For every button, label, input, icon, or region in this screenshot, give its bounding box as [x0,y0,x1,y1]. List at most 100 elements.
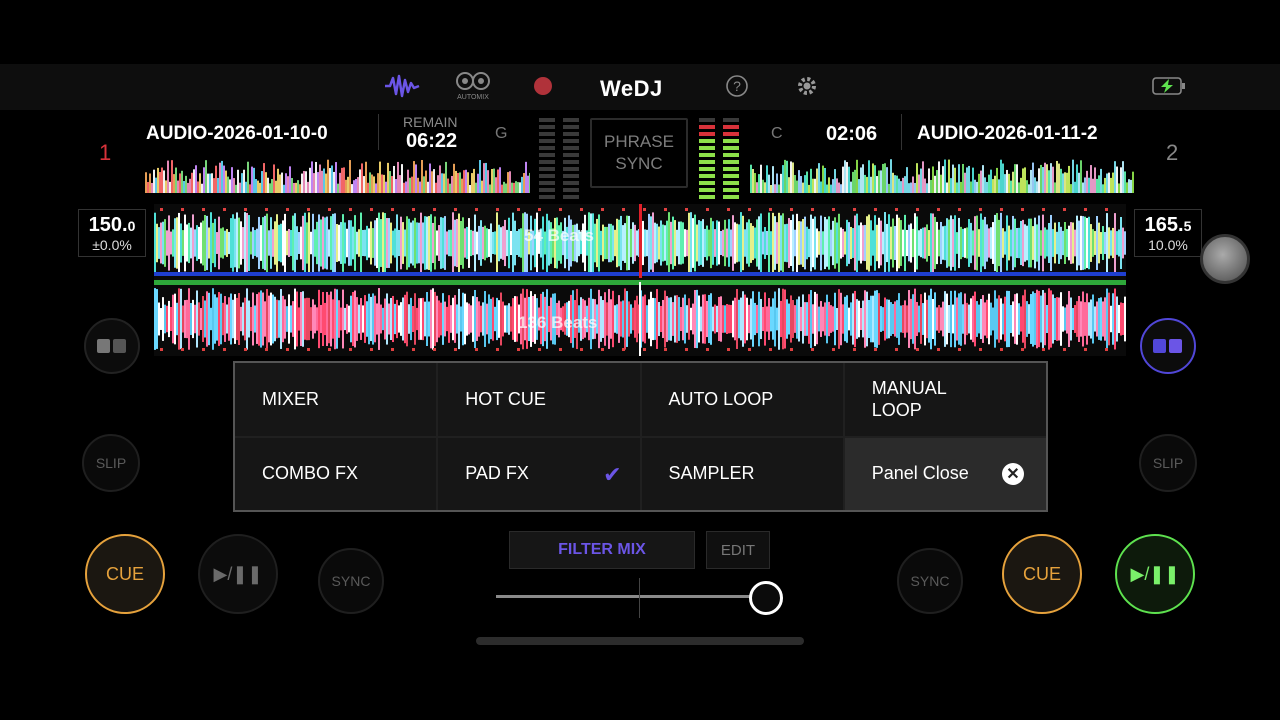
waveform-display[interactable]: 54 Beats 136 Beats [154,204,1126,356]
meter-segment [539,125,555,129]
panel-hot-cue-button[interactable]: HOT CUE [438,363,640,436]
waveform-icon[interactable] [384,74,420,98]
filter-slider-track[interactable] [496,595,780,598]
divider [901,114,902,150]
deck1-level-meter [563,118,579,199]
phrase-sync-button[interactable]: PHRASE SYNC [590,118,688,188]
help-icon[interactable]: ? [726,75,748,97]
button-label: HOT CUE [465,388,546,409]
deck2-mode-button[interactable] [1140,318,1196,374]
deck2-key: C [771,125,783,142]
deck2-overview-waveform[interactable] [750,155,1134,193]
deck1-level-meter [539,118,555,199]
meter-segment [723,153,739,157]
meter-segment [563,132,579,136]
top-bar: AUTOMIX WeDJ ? [0,64,1280,110]
button-label: AUTO LOOP [668,388,774,409]
deck2-bpm[interactable]: 165.5 10.0% [1134,209,1202,257]
meter-segment [723,139,739,143]
panel-manual-loop-button[interactable]: MANUAL LOOP [844,363,1046,436]
meter-segment [539,160,555,164]
meter-segment [699,118,715,122]
meter-segment [699,146,715,150]
deck1-number: 1 [99,140,112,165]
edit-button[interactable]: EDIT [706,531,770,569]
home-indicator [476,637,804,645]
gear-icon[interactable] [796,75,818,97]
deck1-slip-button[interactable]: SLIP [82,434,140,492]
filter-slider-knob[interactable] [748,581,783,615]
deck1-pitch: ±0.0% [92,236,132,253]
meter-segment [563,139,579,143]
deck2-level-meter [699,118,715,199]
button-label: MIXER [262,388,320,409]
meter-segment [539,188,555,192]
deck1-track-title: AUDIO-2026-01-10-0 [146,123,328,144]
button-label: MANUAL [871,378,947,399]
deck1-overview-waveform[interactable] [145,155,530,193]
deck1-time: 06:22 [406,130,458,152]
app-logo: WeDJ [600,76,663,101]
record-icon[interactable] [533,76,553,96]
deck1-play-pause-button[interactable]: ▶/❚❚ [198,534,278,614]
meter-segment [699,132,715,136]
waveform-canvas [154,204,1126,356]
panel-close-button[interactable]: Panel Close ✕ [844,437,1046,510]
panel-pad-fx-button[interactable]: PAD FX ✔ [438,437,640,510]
meter-segment [723,160,739,164]
meter-segment [699,195,715,199]
deck2-sync-button[interactable]: SYNC [897,548,963,614]
meter-segment [723,132,739,136]
pad-mode-panel: MIXER HOT CUE AUTO LOOP MANUAL LOOP COMB… [233,361,1048,512]
meter-segment [723,188,739,192]
button-label: SAMPLER [668,463,755,484]
deck2-pitch: 10.0% [1148,236,1188,253]
deck1-mode-button[interactable] [84,318,140,374]
panel-combo-fx-button[interactable]: COMBO FX [235,437,437,510]
deck2-info: C 02:06 AUDIO-2026-01-11-2 2 [750,110,1280,196]
panel-sampler-button[interactable]: SAMPLER [641,437,843,510]
deck2-bpm-value: 165. [1144,213,1184,236]
panel-auto-loop-button[interactable]: AUTO LOOP [641,363,843,436]
meter-segment [539,118,555,122]
deck2-bpm-decimal: 5 [1183,217,1192,234]
deck1-cue-button[interactable]: CUE [85,534,165,614]
meter-segment [539,132,555,136]
meter-segment [563,160,579,164]
phrase-sync-label: SYNC [615,154,663,173]
checkmark-icon: ✔ [603,461,622,487]
button-label: LOOP [871,400,922,421]
deck2-cue-button[interactable]: CUE [1002,534,1082,614]
deck2-slip-button[interactable]: SLIP [1139,434,1197,492]
jog-wheel-button[interactable] [1200,234,1250,284]
meter-segment [539,195,555,199]
deck1-sync-button[interactable]: SYNC [318,548,384,614]
automix-label: AUTOMIX [457,94,489,101]
meter-segment [723,146,739,150]
automix-icon[interactable]: AUTOMIX [455,71,491,101]
meter-segment [699,125,715,129]
meter-segment [699,160,715,164]
panel-mixer-button[interactable]: MIXER [235,363,437,436]
deck1-bpm[interactable]: 150.0 ±0.0% [78,209,146,257]
deck1-bpm-decimal: 0 [127,217,136,234]
deck1-bpm-value: 150. [88,213,128,236]
button-label: Panel Close [871,463,969,484]
battery-charging-icon [1152,76,1186,96]
meter-segment [723,118,739,122]
meter-segment [539,153,555,157]
meter-segment [563,118,579,122]
meter-segment [699,181,715,185]
svg-text:?: ? [733,78,741,94]
meter-segment [563,167,579,171]
filter-mix-button[interactable]: FILTER MIX [509,531,695,569]
filter-slider-center-mark [639,578,640,618]
meter-segment [563,153,579,157]
deck2-play-pause-button[interactable]: ▶/❚❚ [1115,534,1195,614]
meter-segment [699,174,715,178]
meter-segment [563,174,579,178]
deck2-beats-label: 136 Beats [518,313,598,332]
deck2-number: 2 [1166,140,1179,165]
meter-segment [723,181,739,185]
deck1-beats-label: 54 Beats [524,226,594,245]
